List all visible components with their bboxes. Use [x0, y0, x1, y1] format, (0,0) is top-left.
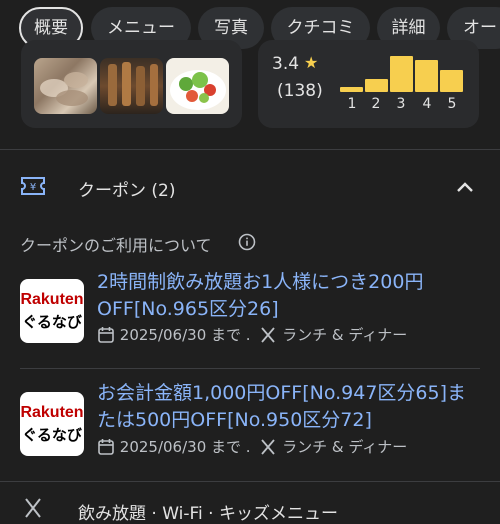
coupon-title-link[interactable]: お会計金額1,000円OFF[No.947区分65]または500円OFF[No.… [97, 380, 467, 434]
coupon-about-label[interactable]: クーポンのご利用について [20, 232, 212, 256]
logo-text-bottom: ぐるなび [22, 313, 82, 331]
coupon-ticket-icon: ¥ [20, 175, 46, 201]
utensils-icon [261, 438, 276, 455]
rakuten-gurunavi-logo: Rakuten ぐるなび [20, 392, 84, 456]
rating-label: 1 [347, 96, 357, 112]
utensils-icon [261, 326, 276, 343]
restaurant-icon [22, 497, 44, 523]
rating-label: 4 [422, 96, 432, 112]
skewers-photo-icon [108, 62, 158, 106]
rating-bar-3 [390, 56, 413, 92]
rating-bar-2 [365, 79, 388, 92]
calendar-icon [98, 438, 114, 455]
rating-bar-1 [340, 87, 363, 92]
coupon-header[interactable]: クーポン (2) [78, 176, 175, 201]
coupon-meta: 2025/06/30 まで . ランチ & ディナー [97, 324, 407, 345]
rating-label: 5 [447, 96, 457, 112]
rating-score: 3.4 [272, 54, 300, 74]
chevron-up-icon[interactable] [455, 179, 475, 199]
coupon-meta: 2025/06/30 まで . ランチ & ディナー [97, 436, 407, 457]
rakuten-gurunavi-logo: Rakuten ぐるなび [20, 279, 84, 343]
calendar-icon [98, 326, 114, 343]
coupon-service: ランチ & ディナー [282, 326, 408, 344]
food-photo-icon [40, 72, 88, 106]
logo-text-top: Rakuten [20, 291, 84, 308]
info-icon[interactable] [238, 233, 256, 255]
logo-text-top: Rakuten [20, 404, 84, 421]
section-divider [0, 149, 500, 150]
photo-thumbnail[interactable] [34, 58, 97, 114]
coupon-divider [20, 368, 480, 369]
svg-text:¥: ¥ [30, 182, 36, 193]
photo-thumbnail[interactable] [100, 58, 163, 114]
star-icon: ★ [304, 53, 319, 72]
coupon-title-link[interactable]: 2時間制飲み放題お1人様につき200円OFF[No.965区分26] [97, 269, 467, 323]
rating-label: 2 [371, 96, 381, 112]
rating-label: 3 [396, 96, 406, 112]
photo-thumbnail[interactable] [166, 58, 229, 114]
amenities-label[interactable]: 飲み放題 · Wi-Fi · キッズメニュー [78, 499, 338, 524]
coupon-expiry: 2025/06/30 まで . [119, 326, 251, 344]
rating-bar-4 [415, 60, 438, 92]
salad-photo-icon [170, 70, 226, 110]
rating-bar-5 [440, 70, 463, 92]
coupon-expiry: 2025/06/30 まで . [119, 438, 251, 456]
coupon-service: ランチ & ディナー [282, 438, 408, 456]
section-divider [0, 481, 500, 482]
review-count: (138) [277, 81, 323, 101]
logo-text-bottom: ぐるなび [22, 426, 82, 444]
